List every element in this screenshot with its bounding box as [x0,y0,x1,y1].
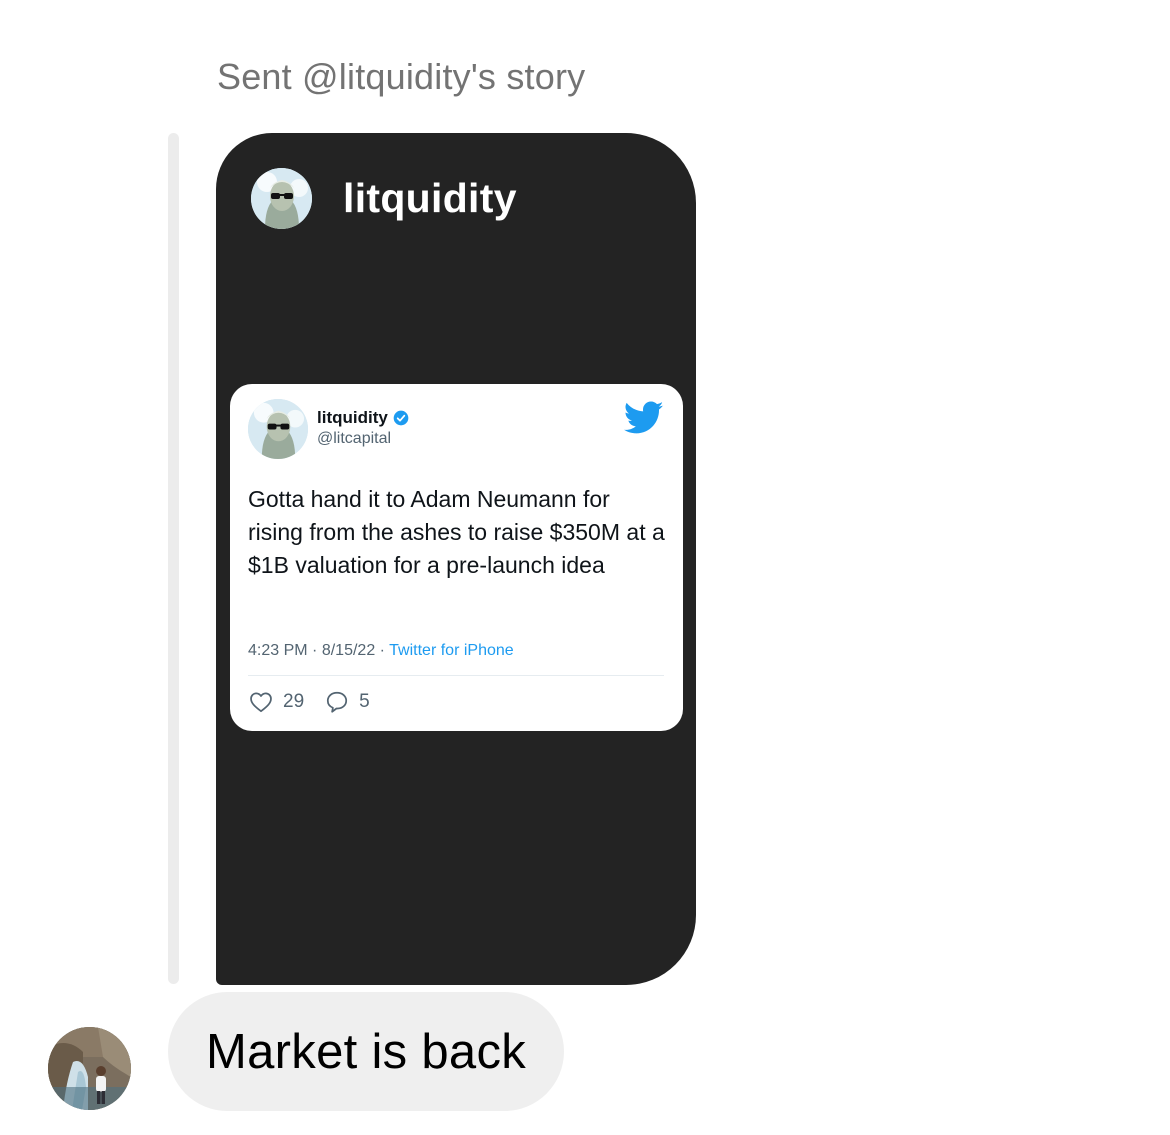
tweet-like-count: 29 [248,689,304,715]
message-bubble[interactable]: Market is back [168,992,565,1111]
message-text: Market is back [206,1024,527,1079]
twitter-bird-icon [624,401,664,434]
verified-badge-icon [393,410,409,426]
like-count: 29 [283,691,305,712]
reply-indicator-bar [168,133,179,984]
tweet-source: Twitter for iPhone [389,642,514,659]
tweet-display-name: litquidity [317,408,409,428]
tweet-display-name-text: litquidity [317,408,388,427]
reply-count: 5 [359,691,370,712]
story-header[interactable]: litquidity [251,168,517,229]
story-username[interactable]: litquidity [343,175,517,222]
tweet-handle: @litcapital [317,430,392,447]
tweet-body-text: Gotta hand it to Adam Neumann for rising… [248,486,665,578]
tweet-actions: 29 5 [248,689,370,715]
heart-icon [250,692,272,713]
tweet-avatar-icon [248,399,308,459]
speech-bubble-icon [327,691,348,713]
tweet-time: 4:23 PM [248,642,308,659]
tweet-date: 8/15/22 [321,642,376,659]
sender-avatar-icon[interactable] [48,1027,131,1110]
tweet-divider [248,675,664,676]
tweet-screenshot-card: litquidity @litcapital Gotta hand it to … [230,384,683,731]
tweet-meta: 4:23 PM · 8/15/22 · Twitter for iPhone [248,642,514,659]
sent-story-label: Sent @litquidity's story [217,56,586,97]
story-avatar-icon[interactable] [251,168,312,229]
tweet-reply-count: 5 [324,689,370,715]
